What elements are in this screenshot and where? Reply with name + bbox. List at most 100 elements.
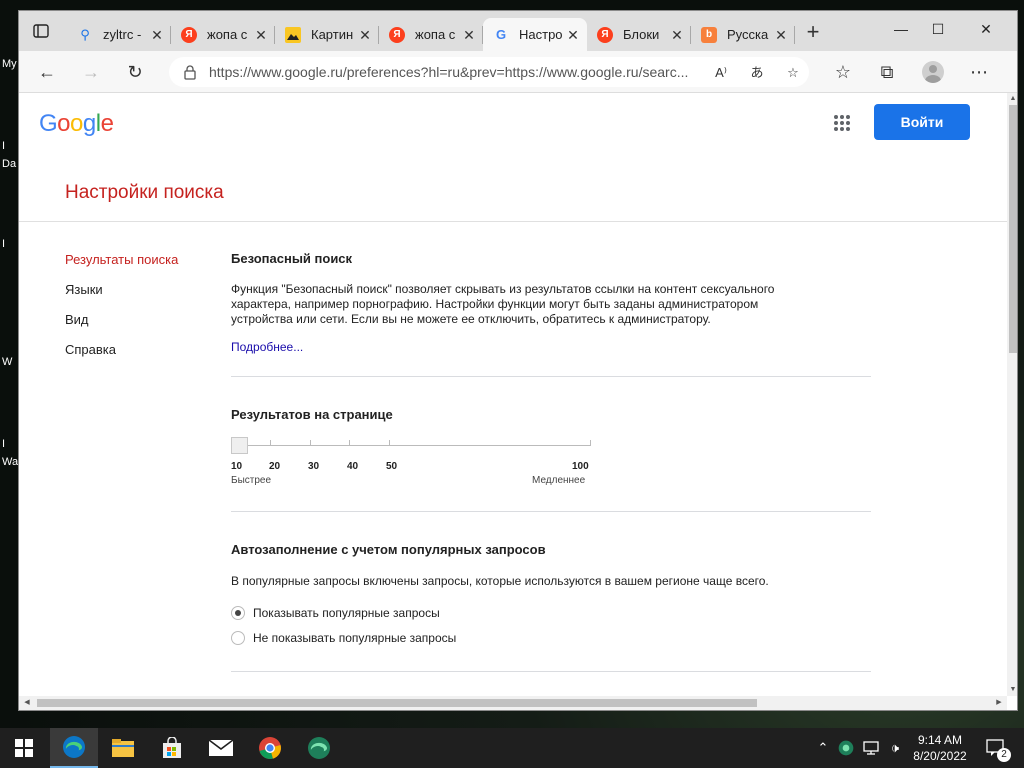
nav-item-help[interactable]: Справка [65,342,116,357]
tab-yandex-1[interactable]: Я жопа с ✕ [171,18,275,51]
tab-bar: ⚲ zyltrc - ✕ Я жопа с ✕ Картин ✕ Я жопа … [19,11,1017,51]
tab-actions-icon [33,24,49,38]
toolbar: ← → ↻ https://www.google.ru/preferences?… [19,51,1017,93]
page-content: Google Войти Настройки поиска Результаты… [19,93,1007,696]
radio-label: Не показывать популярные запросы [253,631,457,645]
close-tab-icon[interactable]: ✕ [669,27,685,43]
tab-title: zyltrc - [103,27,142,42]
add-favorite-icon[interactable]: ☆ [783,63,803,83]
radio-hide-popular[interactable]: Не показывать популярные запросы [231,631,531,647]
nav-item-search-results[interactable]: Результаты поиска [65,252,178,267]
favorites-button[interactable]: ☆ [829,59,857,85]
results-per-page-slider[interactable] [231,437,593,457]
section-divider [231,511,871,512]
scroll-down-icon[interactable]: ▼ [1007,684,1017,696]
clock-time: 9:14 AM [917,733,963,747]
edge-dev-icon [308,737,330,759]
scrollbar-thumb[interactable] [37,699,757,707]
taskbar-explorer[interactable] [99,728,147,768]
close-tab-icon[interactable]: ✕ [773,27,789,43]
slider-tick [389,440,390,445]
bing-icon: b [701,26,717,43]
more-icon: ⋯ [970,61,988,82]
tab-actions-button[interactable] [29,21,53,41]
nav-item-view[interactable]: Вид [65,312,89,327]
profile-button[interactable] [919,59,947,85]
taskbar-edge[interactable] [50,728,98,768]
yandex-icon: Я [597,26,613,43]
scrollbar-thumb[interactable] [1009,105,1017,353]
vertical-scrollbar[interactable]: ▲ ▼ [1007,93,1017,696]
tab-images[interactable]: Картин ✕ [275,18,379,51]
desktop-label: I [2,438,6,450]
slider-tick-label: 100 [572,461,589,472]
scroll-left-icon[interactable]: ◀ [21,696,33,710]
desktop-label: Da [2,158,17,170]
google-logo[interactable]: Google [39,110,114,138]
tab-yandex-2[interactable]: Я жопа с ✕ [379,18,483,51]
forward-button[interactable]: → [77,59,105,85]
new-tab-button[interactable]: + [803,21,823,43]
apps-grid-icon[interactable] [834,115,850,131]
close-tab-icon[interactable]: ✕ [461,27,477,43]
notification-center-button[interactable]: 2 [982,728,1012,768]
desktop-label: I [2,140,6,152]
desktop-label: I [2,238,6,250]
close-window-button[interactable]: ✕ [974,21,998,41]
radio-label: Показывать популярные запросы [253,606,440,620]
safe-search-description-line: Функция "Безопасный поиск" позволяет скр… [231,282,775,296]
safe-search-title: Безопасный поиск [231,251,353,266]
show-hidden-icons-button[interactable]: ⌃ [814,728,832,768]
results-per-page-title: Результатов на странице [231,407,393,422]
translate-icon[interactable]: あ [747,63,767,83]
clock[interactable]: 9:14 AM 8/20/2022 [910,732,970,764]
horizontal-scrollbar[interactable]: ◀ ▶ [19,696,1007,710]
browser-window: ⚲ zyltrc - ✕ Я жопа с ✕ Картин ✕ Я жопа … [18,10,1018,711]
taskbar-chrome[interactable] [246,728,294,768]
scroll-up-icon[interactable]: ▲ [1007,93,1017,105]
network-button[interactable] [860,728,882,768]
autocomplete-description: В популярные запросы включены запросы, к… [231,574,769,588]
slider-tick [270,440,271,445]
minimize-button[interactable]: — [889,21,913,41]
volume-button[interactable]: 🕩 [884,728,906,768]
collections-button[interactable]: ⧉ [873,59,901,85]
safe-search-description-line: устройства или сети. Если вы не можете е… [231,312,711,326]
collections-icon: ⧉ [880,61,894,82]
back-button[interactable]: ← [33,59,61,85]
section-divider [231,671,871,672]
close-tab-icon[interactable]: ✕ [253,27,269,43]
tab-bing[interactable]: b Русска ✕ [691,18,795,51]
more-button[interactable]: ⋯ [965,59,993,85]
radio-button[interactable] [231,606,245,620]
tray-edge-dev[interactable] [836,728,856,768]
address-bar[interactable]: https://www.google.ru/preferences?hl=ru&… [169,57,809,87]
close-tab-icon[interactable]: ✕ [357,27,373,43]
taskbar-edge-dev[interactable] [295,728,343,768]
scroll-right-icon[interactable]: ▶ [993,696,1005,710]
radio-show-popular[interactable]: Показывать популярные запросы [231,606,531,622]
nav-item-languages[interactable]: Языки [65,282,103,297]
tab-title: Настро [519,27,563,42]
more-info-link[interactable]: Подробнее... [231,340,303,354]
read-aloud-icon[interactable]: A⁾ [711,63,731,83]
reload-button[interactable]: ↻ [121,59,149,85]
close-tab-icon[interactable]: ✕ [565,27,581,43]
url-text: https://www.google.ru/preferences?hl=ru&… [209,64,689,80]
back-icon: ← [38,61,56,82]
store-icon [163,737,181,758]
signin-button[interactable]: Войти [874,104,970,140]
slider-thumb[interactable] [231,437,248,454]
volume-icon: 🕩 [890,740,900,755]
radio-button[interactable] [231,631,245,645]
tab-settings[interactable]: G Настро ✕ [483,18,587,51]
close-tab-icon[interactable]: ✕ [149,27,165,43]
favorites-icon: ☆ [834,61,852,82]
start-button[interactable] [0,728,48,768]
windows-icon [15,739,33,757]
taskbar-store[interactable] [148,728,196,768]
tab-zyltrc[interactable]: ⚲ zyltrc - ✕ [67,18,171,51]
taskbar-mail[interactable] [197,728,245,768]
maximize-button[interactable]: ☐ [926,21,950,41]
tab-yandex-3[interactable]: Я Блоки ✕ [587,18,691,51]
